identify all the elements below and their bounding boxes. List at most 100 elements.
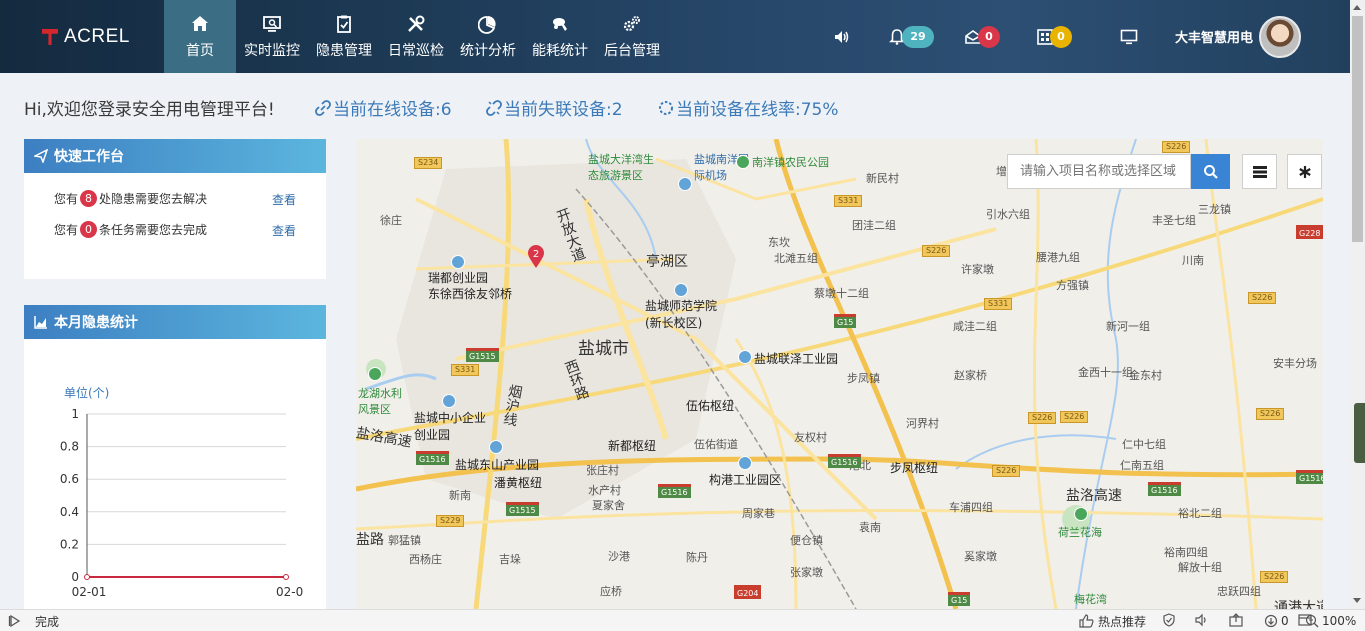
map-label-place: 沙港 (608, 550, 630, 563)
road-shield: G15 (948, 592, 971, 606)
avatar[interactable] (1259, 15, 1302, 58)
zoom-control[interactable]: 100% (1305, 614, 1356, 628)
map-label-park: 南洋镇农民公园 (752, 156, 829, 169)
road-shield: G15 (834, 314, 857, 328)
map-settings-button[interactable] (1287, 154, 1322, 189)
volume-icon[interactable] (1194, 613, 1210, 630)
chart-pie-icon (478, 15, 496, 34)
road-shield: S226 (1162, 141, 1191, 153)
alarm-button[interactable]: 29 (888, 0, 934, 73)
hotspot-label: 热点推荐 (1098, 614, 1147, 629)
map-label-district: 亭湖区 (646, 254, 688, 270)
park-icon (736, 155, 750, 169)
message-button[interactable]: 0 (964, 0, 1000, 73)
panel-header: 快速工作台 (24, 139, 326, 173)
map-label-wuyou: 伍佑枢纽 (686, 399, 735, 413)
nav-daily-inspection[interactable]: 日常巡检 (380, 0, 452, 73)
welcome-greeting: Hi,欢迎您登录安全用电管理平台! (24, 100, 275, 120)
map-label-highway-east: 盐洛高速 (1066, 488, 1122, 504)
map-label-place: 川南 (1182, 254, 1204, 267)
device-cluster-marker[interactable]: 2 (526, 245, 546, 269)
side-drawer-handle[interactable] (1354, 403, 1365, 463)
downloads-button[interactable]: 0 (1264, 614, 1289, 628)
scenic-icon (1074, 507, 1088, 521)
map-label-place: 新南 (449, 489, 471, 502)
map-label-place: 步凤镇 (847, 372, 880, 385)
view-hazards-link[interactable]: 查看 (272, 191, 296, 208)
map-label-wetland: 盐城大洋湾生态旅游景区 (588, 153, 654, 182)
scroll-down-arrow[interactable] (1353, 598, 1361, 603)
road-shield: S331 (984, 298, 1013, 310)
page-scrollbar[interactable] (1350, 0, 1365, 609)
view-tasks-link[interactable]: 查看 (272, 222, 296, 239)
row-suffix: 条任务需要您去完成 (99, 223, 208, 237)
map-label-meihuawan: 梅花湾 (1074, 593, 1107, 606)
road-shield: S229 (436, 515, 465, 527)
project-search-input[interactable] (1007, 154, 1191, 189)
road-shield: S226 (1028, 412, 1057, 424)
nav-admin[interactable]: 后台管理 (596, 0, 668, 73)
shield-check-icon[interactable] (1162, 612, 1176, 630)
nav-home[interactable]: 首页 (164, 0, 236, 73)
alarm-count-badge: 29 (902, 25, 934, 48)
screen-button[interactable] (1120, 0, 1138, 73)
offline-devices-stat: 当前失联设备:2 (486, 95, 623, 120)
chart-y-tick-label: 0.4 (60, 505, 79, 519)
chart-x-tick-label: 02-01 (72, 585, 107, 599)
poi-icon (489, 440, 503, 454)
map-label-place: 周家巷 (742, 507, 775, 520)
map-search-button[interactable] (1191, 154, 1230, 189)
nav-label: 日常巡检 (388, 42, 444, 59)
quick-workbench-panel: 快速工作台 您有 8 处隐患需要您去解决 查看 您有 0 条任务需要您去完成 查… (24, 139, 326, 279)
acrel-logo[interactable]: ACREL (40, 24, 130, 50)
nav-label: 隐患管理 (316, 42, 372, 59)
map-label-tonggang: 通港大道 (1274, 600, 1323, 609)
chart-y-tick-label: 0.6 (60, 472, 79, 486)
task-button[interactable]: 0 (1036, 0, 1072, 73)
download-icon (1264, 614, 1278, 628)
upload-icon[interactable] (1228, 612, 1244, 630)
row-prefix: 您有 (54, 223, 79, 237)
nav-energy-statistics[interactable]: 能耗统计 (524, 0, 596, 73)
search-icon (1203, 164, 1218, 179)
chart-x-tick-label: 02-0 (276, 585, 303, 599)
road-shield: G204 (734, 585, 762, 599)
speaker-icon (835, 30, 849, 43)
chart-point[interactable] (283, 574, 289, 580)
map-label-place: 解放十组 (1178, 561, 1222, 574)
map-label-place: 车浦四组 (949, 501, 993, 514)
hotspot-button[interactable]: 热点推荐 (1078, 613, 1146, 630)
pending-task-row: 您有 0 条任务需要您去完成 (54, 221, 207, 238)
nav-statistics[interactable]: 统计分析 (452, 0, 524, 73)
browser-statusbar: 完成 热点推荐 0 100% (0, 609, 1365, 631)
map-label-ruidu: 瑞都创业园 (428, 271, 489, 285)
map-label-heyanhai: 荷兰花海 (1058, 526, 1102, 539)
road-shield: G1515 (506, 502, 539, 516)
map-layer-button[interactable] (1242, 154, 1277, 189)
map-label-place: 友权村 (794, 431, 827, 444)
user-menu[interactable]: 大丰智慧用电 (1175, 0, 1302, 73)
project-map[interactable]: 盐城市 亭湖区 开放大道 西环路 烟沪线 盐洛高速 盐洛高速 通港大道 盐路 盐… (356, 139, 1323, 609)
scroll-up-arrow[interactable] (1353, 5, 1361, 10)
task-count: 0 (80, 221, 98, 238)
map-label-place: 金西十一组 (1078, 366, 1133, 379)
thumb-up-icon (1079, 614, 1094, 628)
scroll-thumb[interactable] (1352, 16, 1363, 242)
status-toggle[interactable] (8, 614, 22, 628)
map-label-bufeng: 步凤枢纽 (890, 461, 939, 475)
panel-header: 本月隐患统计 (24, 305, 326, 339)
school-icon (674, 283, 688, 297)
map-base-layer (356, 139, 1323, 609)
road-shield: S226 (1256, 408, 1285, 420)
sound-button[interactable] (833, 0, 851, 73)
map-label-place: 裕北二组 (1178, 507, 1222, 520)
map-label-place: 陈丹 (686, 551, 708, 564)
main-nav: 首页 实时监控 隐患管理 日常巡检 统计分析 能耗统计 后台管理 (164, 0, 668, 73)
road-shield: S226 (1060, 411, 1089, 423)
nav-hazard-management[interactable]: 隐患管理 (308, 0, 380, 73)
download-count: 0 (1281, 614, 1289, 628)
road-shield: G1516 (658, 484, 691, 498)
nav-realtime-monitor[interactable]: 实时监控 (236, 0, 308, 73)
map-label-place: 新河一组 (1106, 320, 1150, 333)
chart-point[interactable] (84, 574, 90, 580)
